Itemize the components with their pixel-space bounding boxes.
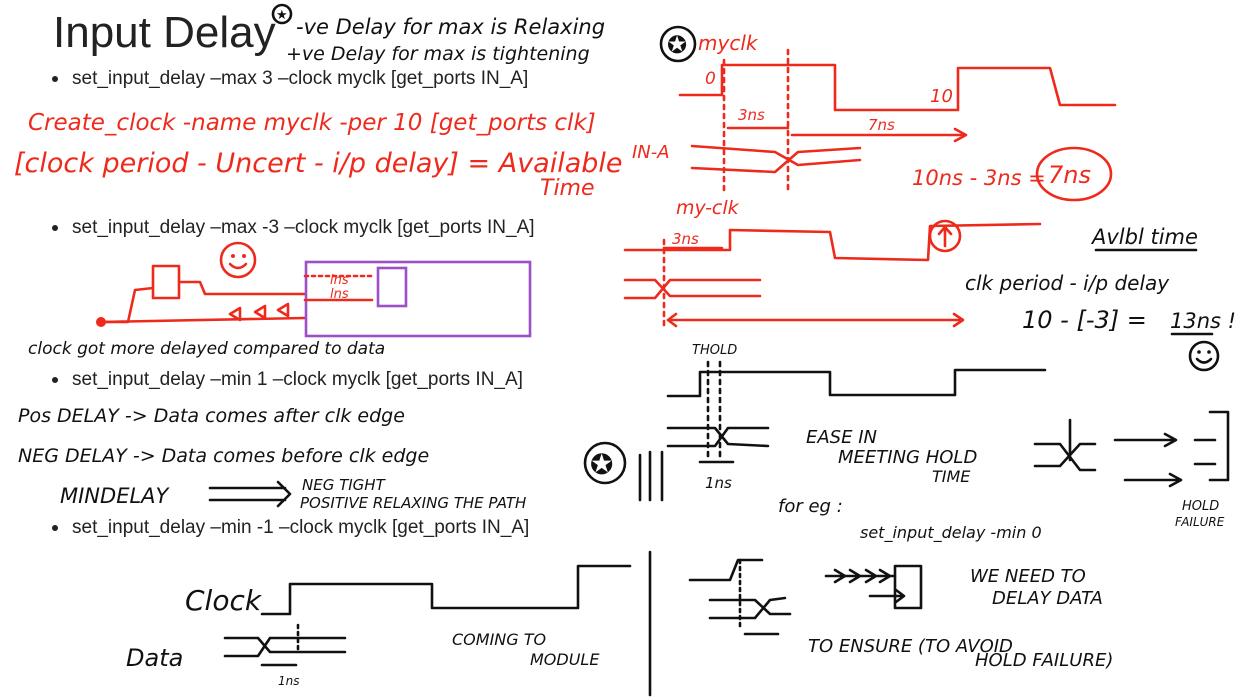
bullet-text: set_input_delay –min 1 –clock myclk [get…: [72, 369, 523, 390]
calc-ten-minus-three: 10ns - 3ns =: [912, 166, 1046, 190]
bottom-clock-waveform: [260, 564, 632, 616]
data-waveform-2: [623, 278, 762, 300]
calc-ten-minus-neg-three: 10 - [-3] =: [1022, 306, 1147, 334]
my-clk-label: my-clk: [676, 197, 740, 219]
bullet-text: set_input_delay –max 3 –clock myclk [get…: [72, 68, 529, 89]
hold-failure-line-1: HOLD: [1182, 499, 1219, 514]
neg-tight-label: NEG TIGHT: [302, 476, 387, 494]
star-circle-icon-2: ✪: [583, 441, 627, 485]
positive-relaxing-label: POSITIVE RELAXING THE PATH: [300, 494, 526, 512]
mindelay-label: MINDELAY: [60, 484, 171, 508]
in-a-waveform: [690, 144, 862, 174]
one-ns-label: 1ns: [705, 474, 732, 492]
three-ns-label-2: 3ns: [672, 230, 699, 248]
period-ten-label: 10: [930, 86, 953, 107]
hold-clock-waveform: [666, 368, 1047, 398]
bullet-text: set_input_delay –min -1 –clock myclk [ge…: [72, 517, 530, 538]
thold-label: THOLD: [692, 343, 737, 358]
bullet-text: set_input_delay –max -3 –clock myclk [ge…: [72, 217, 535, 238]
myclk-label: myclk: [698, 31, 759, 55]
seven-ns-label: 7ns: [868, 116, 895, 134]
clock-delayed-note: clock got more delayed compared to data: [28, 339, 385, 359]
bullet-min-1: set_input_delay –min 1 –clock myclk [get…: [52, 369, 523, 391]
neg-delay-note: NEG DELAY -> Data comes before clk edge: [18, 445, 429, 467]
available-time-label: Time: [540, 176, 595, 201]
ins-label-1: ins: [330, 273, 349, 288]
create-clock-command: Create_clock -name myclk -per 10 [get_po…: [28, 110, 596, 136]
clk-period-minus-delay: clk period - i/p delay: [965, 271, 1170, 295]
delay-buffer-flop: [893, 564, 923, 610]
clock-word: Clock: [185, 584, 263, 617]
three-ns-label: 3ns: [738, 106, 765, 124]
avlbl-time-label: Avlbl time: [1090, 225, 1198, 249]
page-title: Input Delay: [53, 8, 276, 57]
bottom-data-waveform: [223, 636, 347, 658]
bullet-max-3: set_input_delay –max 3 –clock myclk [get…: [52, 68, 528, 90]
data-word: Data: [126, 644, 183, 672]
smiley-icon: [1188, 340, 1220, 372]
available-time-formula: [clock period - Uncert - i/p delay] = Av…: [14, 148, 623, 179]
destination-flop: [376, 266, 408, 308]
in-a-label: IN-A: [632, 142, 670, 163]
ease-in-line-2: MEETING HOLD: [838, 447, 977, 468]
ins-label-2: lns: [330, 287, 349, 302]
coming-to-label: COMING TO: [452, 630, 546, 649]
ease-in-line-1: EASE IN: [806, 427, 877, 448]
one-ns-bottom-label: 1ns: [278, 674, 300, 688]
we-need-to-label: WE NEED TO: [970, 566, 1086, 587]
bullet-dot: [52, 524, 58, 531]
svg-text:✪: ✪: [590, 448, 613, 481]
module-label: MODULE: [530, 650, 600, 669]
source-flop: [151, 264, 181, 300]
bullet-dot: [52, 224, 58, 231]
bullet-max-neg-3: set_input_delay –max -3 –clock myclk [ge…: [52, 217, 535, 239]
myclk-waveform: [678, 63, 1117, 112]
note-negative-relaxing: -ve Delay for max is Relaxing: [296, 15, 605, 39]
hold-failure-line-2: FAILURE: [1175, 515, 1225, 529]
bullet-dot: [52, 376, 58, 383]
set-input-min-zero: set_input_delay -min 0: [860, 523, 1042, 543]
bullet-min-neg-1: set_input_delay –min -1 –clock myclk [ge…: [52, 517, 529, 539]
star-circle-icon: ✪: [659, 25, 697, 63]
hold-data-waveform: [666, 426, 770, 448]
delay-data-label: DELAY DATA: [992, 588, 1103, 609]
calc-result-thirteen-ns: 13ns !!: [1170, 309, 1237, 333]
star-icon: ★: [271, 3, 293, 25]
calc-result-seven-ns: 7ns: [1048, 161, 1091, 189]
handwritten-annotations-canvas: ★ -ve Delay for max is Relaxing +ve Dela…: [14, 3, 1237, 697]
smiley-red-icon: [219, 241, 257, 279]
zero-mark: 0: [705, 69, 716, 89]
pos-delay-note: Pos DELAY -> Data comes after clk edge: [18, 405, 405, 427]
hold-failure-label: HOLD FAILURE): [975, 650, 1113, 671]
note-positive-tightening: +ve Delay for max is tightening: [286, 43, 590, 65]
svg-text:★: ★: [276, 8, 288, 23]
ease-in-line-3: TIME: [932, 467, 971, 486]
bullet-dot: [52, 75, 58, 82]
for-eg-label: for eg :: [778, 496, 843, 517]
svg-text:✪: ✪: [667, 31, 687, 59]
